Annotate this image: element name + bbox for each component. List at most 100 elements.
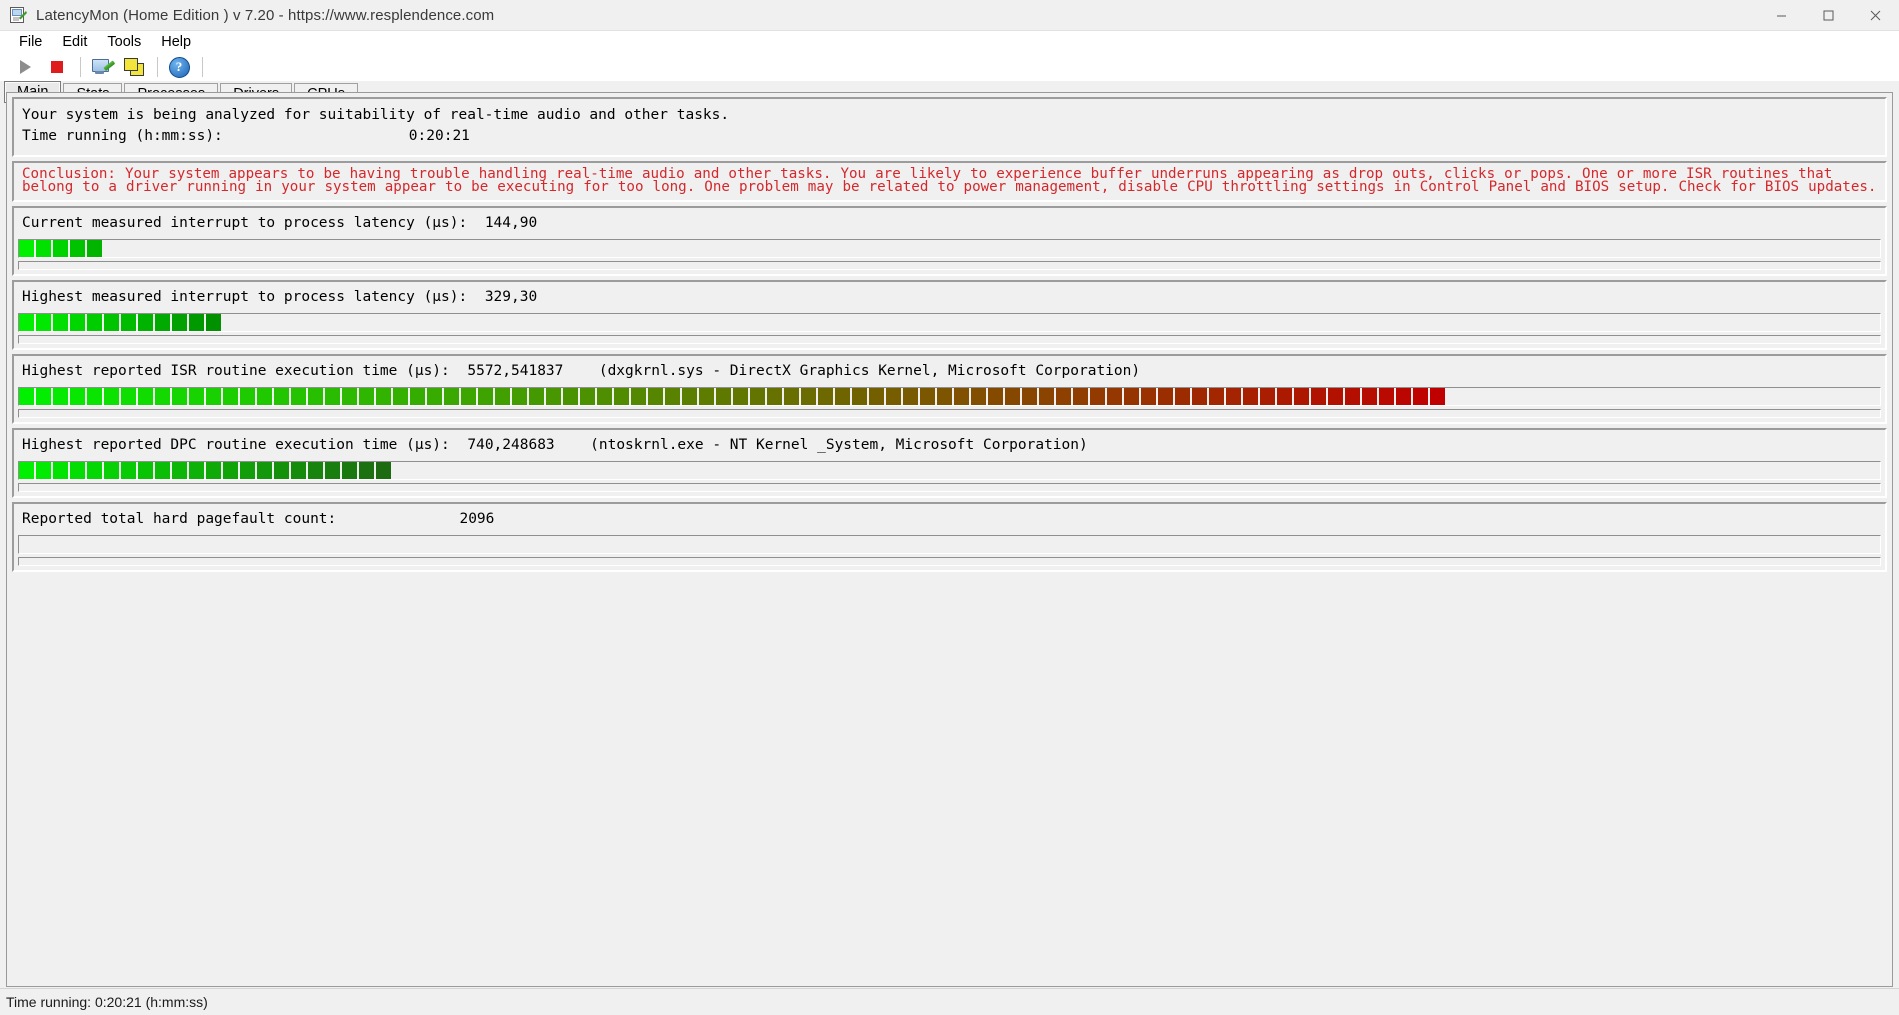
metric-progress-fill (19, 240, 1880, 258)
progress-segment (478, 388, 493, 406)
menu-item-file[interactable]: File (10, 32, 51, 52)
progress-segment (87, 462, 102, 480)
progress-segment (427, 388, 442, 406)
time-running-label: Time running (h:mm:ss): (22, 128, 223, 144)
toolbar-separator-3 (202, 57, 203, 77)
metric-current-interrupt-to-process-latency: Current measured interrupt to process la… (12, 206, 1887, 277)
progress-segment (172, 462, 187, 480)
progress-segment (920, 388, 935, 406)
help-button[interactable]: ? (164, 55, 194, 79)
metric-progress-fill (19, 462, 1880, 480)
progress-segment (104, 388, 119, 406)
progress-segment (206, 462, 221, 480)
progress-segment (308, 388, 323, 406)
progress-segment (189, 388, 204, 406)
progress-segment (53, 314, 68, 332)
conclusion-text: Conclusion: Your system appears to be ha… (22, 166, 1877, 196)
progress-segment (1039, 388, 1054, 406)
menu-item-tools[interactable]: Tools (98, 32, 150, 52)
progress-segment (716, 388, 731, 406)
progress-segment (342, 462, 357, 480)
metric-secondary-trough (18, 261, 1881, 271)
progress-segment (223, 462, 238, 480)
progress-segment (512, 388, 527, 406)
metric-value: 329,30 (484, 289, 538, 306)
progress-segment (172, 314, 187, 332)
progress-segment (325, 462, 340, 480)
minimize-button[interactable] (1758, 0, 1805, 30)
metric-label-row: Highest reported ISR routine execution t… (14, 356, 1885, 387)
progress-segment (70, 240, 85, 258)
progress-segment (19, 240, 34, 258)
metric-secondary-trough (18, 409, 1881, 419)
progress-segment (291, 462, 306, 480)
progress-segment (325, 388, 340, 406)
progress-segment (36, 388, 51, 406)
progress-segment (308, 462, 323, 480)
progress-segment (291, 388, 306, 406)
metrics-list: Current measured interrupt to process la… (7, 206, 1892, 573)
start-monitoring-button[interactable] (10, 55, 40, 79)
progress-segment (597, 388, 612, 406)
progress-segment (1243, 388, 1258, 406)
progress-segment (223, 388, 238, 406)
progress-segment (1192, 388, 1207, 406)
progress-segment (1073, 388, 1088, 406)
metric-reported-total-hard-pagefault-count: Reported total hard pagefault count: 2096 (12, 502, 1887, 573)
progress-segment (563, 388, 578, 406)
metric-highest-isr-routine-execution-time: Highest reported ISR routine execution t… (12, 354, 1887, 425)
progress-segment (1124, 388, 1139, 406)
metric-value: 740,248683 (467, 437, 555, 454)
progress-segment (1396, 388, 1411, 406)
metric-value: 2096 (459, 511, 495, 528)
menu-bar: File Edit Tools Help (0, 31, 1899, 53)
progress-segment (36, 462, 51, 480)
progress-segment (53, 462, 68, 480)
progress-segment (206, 314, 221, 332)
main-panel: Your system is being analyzed for suitab… (6, 92, 1893, 987)
progress-segment (1328, 388, 1343, 406)
progress-segment (121, 314, 136, 332)
progress-segment (274, 388, 289, 406)
close-button[interactable] (1852, 0, 1899, 30)
progress-segment (70, 314, 85, 332)
progress-segment (240, 462, 255, 480)
progress-segment (1090, 388, 1105, 406)
progress-segment (138, 314, 153, 332)
maximize-button[interactable] (1805, 0, 1852, 30)
progress-segment (835, 388, 850, 406)
progress-segment (1141, 388, 1156, 406)
metric-highest-dpc-routine-execution-time: Highest reported DPC routine execution t… (12, 428, 1887, 499)
progress-segment (121, 388, 136, 406)
progress-segment (1022, 388, 1037, 406)
windows-button[interactable] (119, 55, 149, 79)
progress-segment (53, 388, 68, 406)
metric-progress-bar (18, 461, 1881, 481)
progress-segment (87, 240, 102, 258)
metric-value: 144,90 (484, 215, 538, 232)
system-info-button[interactable] (87, 55, 117, 79)
metric-value: 5572,541837 (467, 363, 564, 380)
menu-item-edit[interactable]: Edit (53, 32, 96, 52)
progress-segment (546, 388, 561, 406)
progress-segment (733, 388, 748, 406)
stop-monitoring-button[interactable] (42, 55, 72, 79)
progress-segment (1175, 388, 1190, 406)
progress-segment (359, 388, 374, 406)
conclusion-box: Conclusion: Your system appears to be ha… (12, 161, 1887, 203)
menu-item-help[interactable]: Help (152, 32, 200, 52)
progress-segment (954, 388, 969, 406)
progress-segment (19, 314, 34, 332)
metric-label: Current measured interrupt to process la… (22, 215, 468, 232)
progress-segment (767, 388, 782, 406)
progress-segment (1362, 388, 1377, 406)
metric-progress-fill (19, 388, 1880, 406)
metric-label-row: Current measured interrupt to process la… (14, 208, 1885, 239)
progress-segment (172, 388, 187, 406)
progress-segment (1107, 388, 1122, 406)
progress-segment (53, 240, 68, 258)
progress-segment (206, 388, 221, 406)
stacked-windows-icon (124, 58, 144, 76)
progress-segment (495, 388, 510, 406)
progress-segment (155, 314, 170, 332)
